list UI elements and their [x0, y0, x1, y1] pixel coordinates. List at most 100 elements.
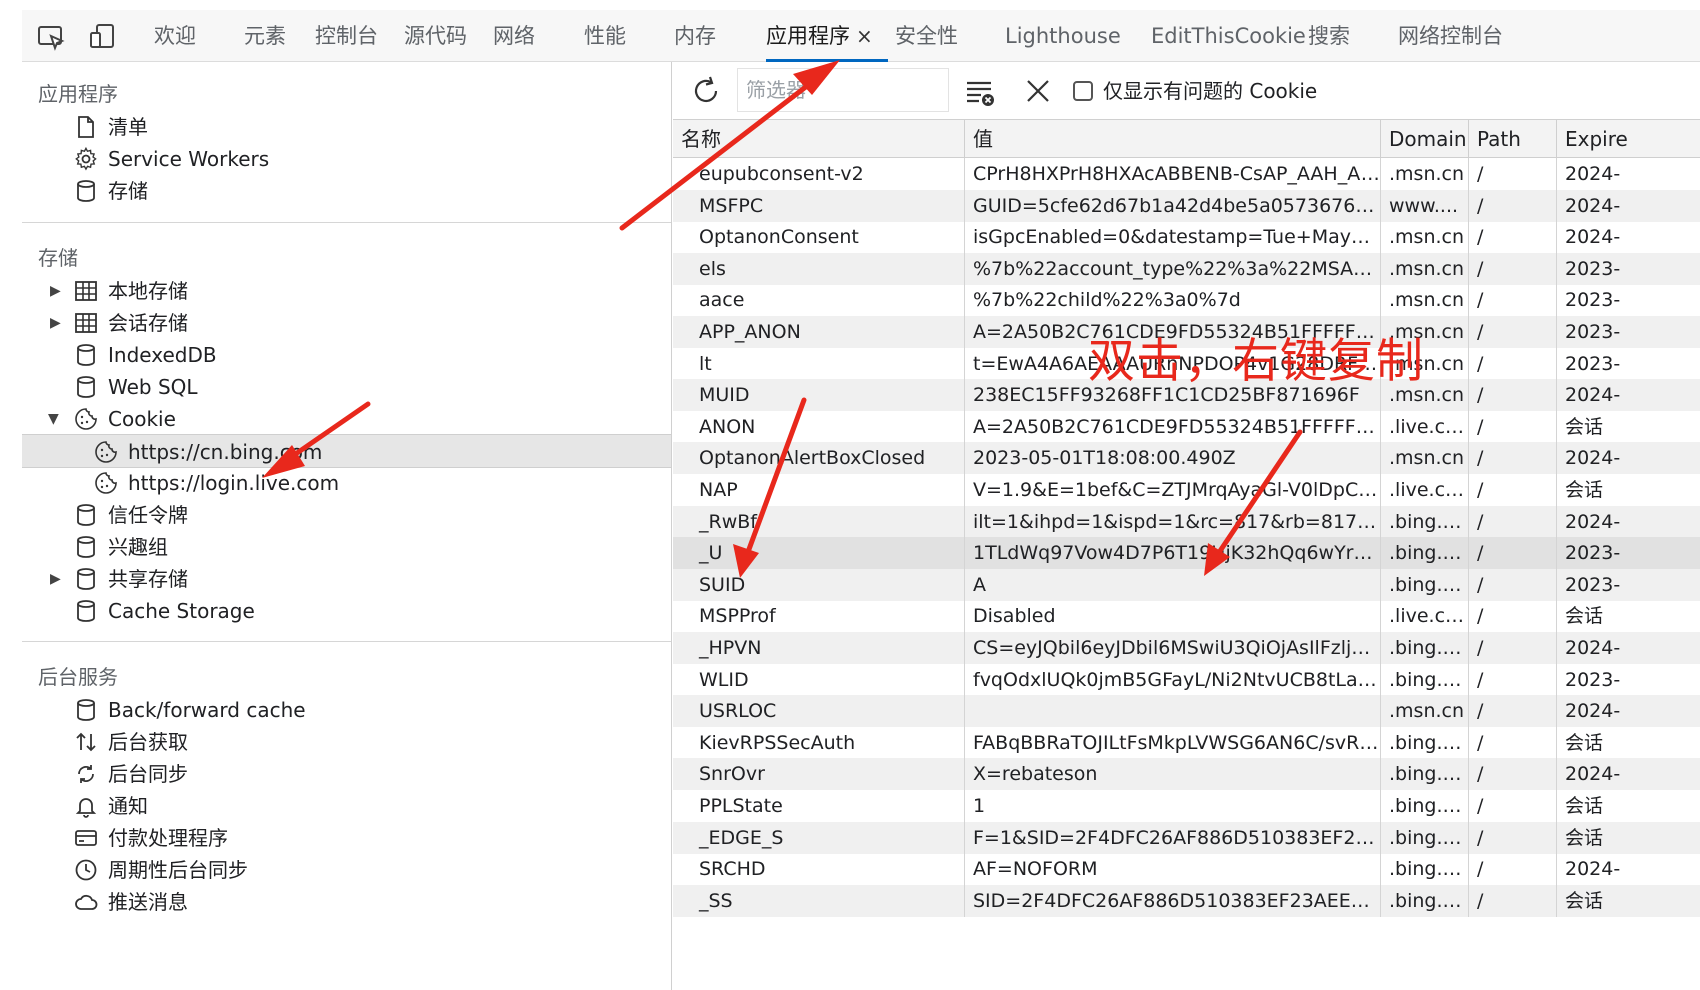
table-row[interactable]: SRCHD AF=NOFORM .bing.c.../2024- [673, 853, 1700, 886]
refresh-icon[interactable] [689, 74, 723, 108]
cell-name[interactable]: _EDGE_S [673, 821, 965, 854]
close-tab-icon[interactable]: × [856, 10, 873, 62]
cell-value[interactable]: CPrH8HXPrH8HXAcABBENB-CsAP_AAH_AACi... [965, 158, 1381, 190]
cell-value[interactable]: V=1.9&E=1bef&C=ZTJMrqAyaGl-V0lDpCmN... [965, 474, 1381, 506]
sidebar-item-background-sync[interactable]: 后台同步 [22, 757, 671, 791]
cell-name[interactable]: APP_ANON [673, 316, 965, 348]
cell-value[interactable]: X=rebateson [965, 758, 1381, 791]
table-row[interactable]: MSPProf Disabled .live.co... / 会话 [673, 600, 1700, 633]
cell-value[interactable]: ilt=1&ihpd=1&ispd=1&rc=817&rb=817&gb... [965, 505, 1381, 538]
cell-path[interactable]: / [1469, 158, 1557, 190]
tab-welcome[interactable]: 欢迎 [154, 10, 196, 62]
sidebar-item-payment-handler[interactable]: 付款处理程序 [22, 821, 671, 855]
cell-domain[interactable]: .msn.cn [1381, 252, 1469, 285]
cell-name[interactable]: els [673, 252, 965, 285]
cell-name[interactable]: _RwBf [673, 505, 965, 538]
sidebar-item-web-sql[interactable]: Web SQL [22, 370, 671, 404]
sidebar-item-trust-tokens[interactable]: 信任令牌 [22, 498, 671, 532]
table-row[interactable]: aace %7b%22child%22%3a0%7d .msn.cn/2023- [673, 284, 1700, 317]
table-row[interactable]: MSFPCGUID=5cfe62d67b1a42d4be5a0573676409… [673, 189, 1700, 222]
cell-path[interactable]: / [1469, 252, 1557, 285]
cell-value[interactable]: %7b%22account_type%22%3a%22MSA%22%... [965, 252, 1381, 285]
cell-value[interactable]: AF=NOFORM [965, 853, 1381, 886]
sidebar-item-push-messaging[interactable]: 推送消息 [22, 885, 671, 919]
cell-path[interactable]: / [1469, 821, 1557, 854]
cell-name[interactable]: _SS [673, 884, 965, 917]
cell-path[interactable]: / [1469, 379, 1557, 412]
table-row[interactable]: eupubconsent-v2 CPrH8HXPrH8HXAcABBENB-CsA… [673, 158, 1700, 190]
table-row[interactable]: _RwBf ilt=1&ihpd=1&ispd=1&rc=817&rb=817&g… [673, 505, 1700, 538]
cell-path[interactable]: / [1469, 537, 1557, 570]
cell-expires[interactable]: 会话 [1557, 474, 1700, 506]
cell-name[interactable]: aace [673, 284, 965, 317]
tab-editthiscookie[interactable]: EditThisCookie [1151, 10, 1306, 62]
cell-path[interactable]: / [1469, 347, 1557, 380]
filter-input[interactable] [737, 68, 949, 112]
cell-name[interactable]: MUID [673, 379, 965, 412]
column-header-path[interactable]: Path [1469, 120, 1557, 158]
sidebar-item-cookie[interactable]: ▼ Cookie [22, 402, 671, 436]
table-row[interactable]: _EDGE_S F=1&SID=2F4DFC26AF886D510383EF23A… [673, 821, 1700, 854]
tab-sources[interactable]: 源代码 [404, 10, 467, 62]
cell-domain[interactable]: .live.co... [1381, 600, 1469, 633]
cell-value[interactable]: CS=eyJQbil6eyJDbil6MSwiU3QiOjAsIlFzljowL… [965, 632, 1381, 664]
tab-network-console[interactable]: 网络控制台 [1398, 10, 1503, 62]
sidebar-item-cookie-login-live[interactable]: https://login.live.com [22, 466, 671, 500]
cell-name[interactable]: WLID [673, 663, 965, 696]
cell-value[interactable]: 1 [965, 790, 1381, 822]
cell-expires[interactable]: 会话 [1557, 822, 1700, 854]
table-row[interactable]: _HPVN CS=eyJQbil6eyJDbil6MSwiU3QiOjAsIlFz… [673, 632, 1700, 664]
sidebar-item-shared-storage[interactable]: ▶ 共享存储 [22, 562, 671, 596]
cell-expires[interactable]: 2023- [1557, 316, 1700, 348]
cell-expires[interactable]: 2023- [1557, 348, 1700, 380]
cell-value[interactable]: FABqBBRaTOJILtFsMkpLVWSG6AN6C/svRwN... [965, 726, 1381, 759]
column-header-value[interactable]: 值 [965, 120, 1381, 158]
tab-search[interactable]: 搜索 [1308, 10, 1350, 62]
cell-expires[interactable]: 会话 [1557, 790, 1700, 822]
table-row[interactable]: NAP V=1.9&E=1bef&C=ZTJMrqAyaGl-V0lDpCmN..… [673, 474, 1700, 506]
sidebar-item-bfcache[interactable]: Back/forward cache [22, 693, 671, 727]
cell-path[interactable]: / [1469, 726, 1557, 759]
cell-name[interactable]: MSFPC [673, 189, 965, 222]
sidebar-item-cookie-cn-bing[interactable]: https://cn.bing.com [22, 434, 671, 468]
sidebar-item-indexeddb[interactable]: IndexedDB [22, 338, 671, 372]
cell-expires[interactable]: 2023- [1557, 569, 1700, 601]
cell-value[interactable]: A [965, 568, 1381, 601]
cell-path[interactable]: / [1469, 758, 1557, 791]
table-row[interactable]: SnrOvr X=rebateson .bing.c.../2024- [673, 758, 1700, 791]
tab-security[interactable]: 安全性 [895, 10, 958, 62]
cell-domain[interactable]: .bing.c... [1381, 663, 1469, 696]
sidebar-item-cache-storage[interactable]: Cache Storage [22, 594, 671, 628]
cell-expires[interactable]: 2024- [1557, 221, 1700, 253]
cell-value[interactable]: SID=2F4DFC26AF886D510383EF23AEEE6C5C... [965, 884, 1381, 917]
cell-value[interactable]: Disabled [965, 600, 1381, 633]
cell-domain[interactable]: .bing.c... [1381, 853, 1469, 886]
cell-name[interactable]: KievRPSSecAuth [673, 726, 965, 759]
table-row[interactable]: _U 1TLdWq97Vow4D7P6T19HjK32hQq6wYrKqEn...… [673, 537, 1700, 570]
cell-path[interactable]: / [1469, 663, 1557, 696]
issues-only-checkbox[interactable] [1073, 81, 1093, 101]
cell-domain[interactable]: .bing.c... [1381, 821, 1469, 854]
cell-expires[interactable]: 2024- [1557, 190, 1700, 222]
sidebar-item-periodic-sync[interactable]: 周期性后台同步 [22, 853, 671, 887]
sidebar-item-manifest[interactable]: 清单 [22, 110, 671, 144]
column-header-domain[interactable]: Domain [1381, 120, 1469, 158]
cell-expires[interactable]: 2024- [1557, 632, 1700, 664]
cell-expires[interactable]: 会话 [1557, 727, 1700, 759]
cell-name[interactable]: OptanonConsent [673, 221, 965, 254]
cell-path[interactable]: / [1469, 474, 1557, 506]
cell-domain[interactable]: .bing.c... [1381, 884, 1469, 917]
cell-path[interactable]: / [1469, 442, 1557, 475]
cell-value[interactable]: F=1&SID=2F4DFC26AF886D510383EF23AEEE... [965, 821, 1381, 854]
cell-domain[interactable]: .bing.c... [1381, 790, 1469, 822]
cell-expires[interactable]: 2024- [1557, 158, 1700, 190]
cell-expires[interactable]: 会话 [1557, 600, 1700, 632]
cell-domain[interactable]: www.... [1381, 189, 1469, 222]
cell-expires[interactable]: 2023- [1557, 537, 1700, 569]
expand-arrow-icon[interactable]: ▶ [50, 306, 61, 340]
cell-expires[interactable]: 2024- [1557, 379, 1700, 411]
cell-path[interactable]: / [1469, 632, 1557, 664]
cell-path[interactable]: / [1469, 189, 1557, 222]
clear-all-icon[interactable] [1021, 74, 1055, 108]
cell-name[interactable]: MSPProf [673, 600, 965, 633]
